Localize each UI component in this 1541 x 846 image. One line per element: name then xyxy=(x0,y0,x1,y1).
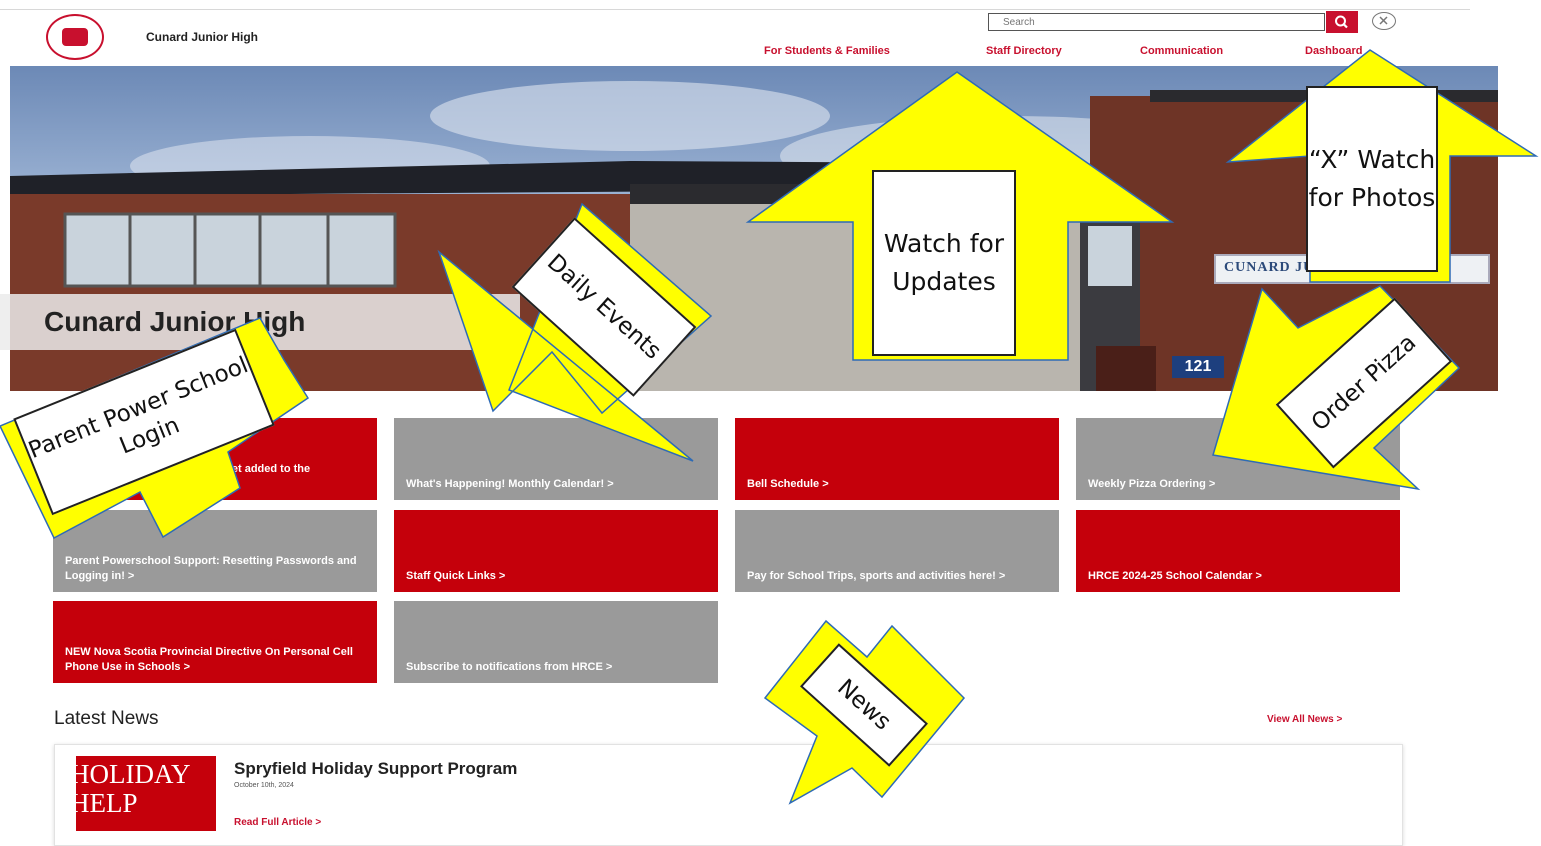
annotation-updates: Watch for Updates xyxy=(872,170,1016,356)
annotation-photos: “X” Watch for Photos xyxy=(1306,86,1438,272)
